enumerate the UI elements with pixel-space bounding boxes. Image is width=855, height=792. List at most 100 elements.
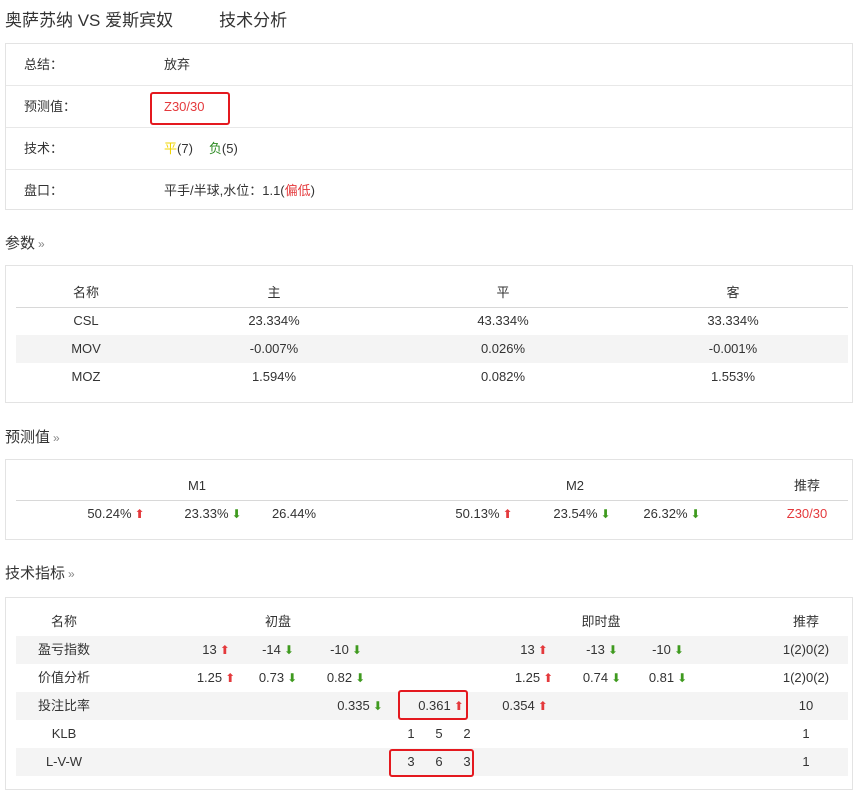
table-header-row: 名称 初盘 即时盘 推荐 (16, 608, 848, 637)
digit-cell: 1 (407, 726, 415, 741)
highlight-box (398, 690, 468, 720)
row-name: 价值分析 (37, 670, 90, 685)
page-subtitle: 技术分析 (219, 11, 288, 30)
value-text: 1.25 (514, 670, 541, 685)
match-title: 奥萨苏纳 VS 爱斯宾奴 (5, 11, 174, 30)
section-title-params: 参数» (5, 232, 45, 253)
recommend-value: 10 (798, 698, 814, 713)
table-cell: -0.001% (708, 341, 758, 356)
highlight-box (389, 749, 474, 777)
value-cell: 50.13% ⬆ (434, 500, 534, 528)
value-text: 23.54% (553, 506, 598, 521)
arrow-down-icon: ⬇ (690, 507, 701, 521)
tech-label: 技术： (24, 141, 64, 156)
tech-loss-count: (5) (221, 141, 238, 156)
table-cell: MOV (71, 341, 101, 356)
value-text: 0.354 (502, 698, 535, 713)
arrow-down-icon: ⬇ (231, 507, 242, 521)
table-cell: 0.026% (480, 341, 526, 356)
value-text: 26.44% (271, 506, 317, 521)
value-text: 50.13% (455, 506, 500, 521)
chevron-right-icon: » (53, 431, 60, 445)
value-cell: 50.24% ⬆ (66, 500, 166, 528)
summary-row-prediction: 预测值： Z30/30 (6, 86, 852, 128)
value-cell: 0.354 ⬆ (475, 692, 575, 720)
arrow-down-icon: ⬇ (372, 699, 383, 713)
recommend-value: 1(2)0(2) (782, 642, 830, 657)
value-cell: 26.32% ⬇ (622, 500, 722, 528)
chevron-right-icon: » (68, 567, 75, 581)
page-header: 奥萨苏纳 VS 爱斯宾奴 技术分析 (5, 6, 287, 32)
chevron-right-icon: » (38, 237, 45, 251)
summary-panel: 总结： 放弃 预测值： Z30/30 技术： 平(7) 负(5) 盘口： 平手/半… (5, 43, 853, 210)
value-text: -13 (586, 642, 605, 657)
summary-row-tech: 技术： 平(7) 负(5) (6, 128, 852, 170)
table-header-row: 名称 主 平 客 (16, 279, 848, 308)
tech-draw-count: (7) (177, 141, 193, 156)
value-text: 0.73 (258, 670, 285, 685)
conclusion-label: 总结： (24, 57, 64, 72)
handicap-close: ) (310, 183, 315, 198)
column-header-initial: 初盘 (264, 614, 291, 629)
value-cell: 0.81 ⬇ (618, 664, 718, 692)
row-name: 盈亏指数 (37, 642, 90, 657)
column-header: 主 (267, 285, 281, 300)
tech-draw: 平 (164, 141, 178, 156)
highlight-box (150, 92, 230, 125)
handicap-label: 盘口： (24, 183, 64, 198)
column-header: 名称 (72, 285, 99, 300)
recommend-value: 1 (802, 754, 810, 769)
table-row: MOV -0.007% 0.026% -0.001% (16, 335, 848, 363)
value-text: -10 (652, 642, 671, 657)
summary-row-handicap: 盘口： 平手/半球,水位：1.1(偏低) (6, 170, 852, 211)
row-name: 投注比率 (37, 698, 90, 713)
value-text: 26.32% (643, 506, 688, 521)
prediction-label: 预测值： (24, 99, 77, 114)
params-panel: 名称 主 平 客 CSL 23.334% 43.334% 33.334% MOV -0.007% 0… (5, 265, 853, 403)
column-header: 平 (496, 285, 510, 300)
table-row: KLB 1 5 2 1 (16, 720, 848, 748)
value-text: -14 (262, 642, 281, 657)
tech-loss: 负 (208, 141, 222, 156)
prediction-panel: M1 M2 推荐 50.24% ⬆ 23.33% ⬇ 26.44% 50.13% ⬆ 23.54% ⬇… (5, 459, 853, 540)
value-text: 13 (202, 642, 217, 657)
recommend-value: 1 (802, 726, 810, 741)
arrow-up-icon: ⬆ (134, 507, 145, 521)
arrow-down-icon: ⬇ (351, 643, 362, 657)
digit-cell: 5 (435, 726, 443, 741)
section-title-prediction: 预测值» (5, 426, 60, 447)
table-cell: 23.334% (248, 313, 300, 328)
table-row: 价值分析 1.25 ⬆ 0.73 ⬇ 0.82 ⬇ 1.25 ⬆ 0.74 ⬇ 0.81 ⬇ 1(2)0(… (16, 664, 848, 692)
table-cell: -0.007% (249, 341, 299, 356)
params-title: 参数 (5, 235, 36, 252)
arrow-down-icon: ⬇ (600, 507, 611, 521)
table-row: CSL 23.334% 43.334% 33.334% (16, 307, 848, 335)
recommend-value: 1(2)0(2) (782, 670, 830, 685)
value-text: 13 (520, 642, 535, 657)
table-row: 盈亏指数 13 ⬆ -14 ⬇ -10 ⬇ 13 ⬆ -13 ⬇ -10 ⬇ 1(2)0(2) (16, 636, 848, 664)
value-text: 50.24% (87, 506, 132, 521)
column-header-name: 名称 (50, 614, 77, 629)
table-header-row: M1 M2 推荐 (16, 472, 848, 501)
value-text: 23.33% (184, 506, 229, 521)
row-name: L-V-W (45, 754, 83, 769)
summary-row-conclusion: 总结： 放弃 (6, 44, 852, 86)
params-table: 名称 主 平 客 CSL 23.334% 43.334% 33.334% MOV -0.007% 0… (16, 279, 848, 389)
column-header-m1: M1 (187, 478, 207, 493)
recommend-value: Z30/30 (786, 506, 828, 521)
handicap-value: 平手/半球,水位：1.1(偏低) (164, 170, 315, 211)
table-cell: 43.334% (477, 313, 529, 328)
arrow-up-icon: ⬆ (537, 699, 548, 713)
value-text: 0.74 (582, 670, 609, 685)
column-header-recommend: 推荐 (792, 614, 819, 629)
value-text: -10 (330, 642, 349, 657)
column-header: 客 (726, 285, 740, 300)
table-cell: 0.082% (480, 369, 526, 384)
arrow-down-icon: ⬇ (677, 671, 688, 685)
value-cell: -10 ⬇ (296, 636, 396, 664)
table-row: 50.24% ⬆ 23.33% ⬇ 26.44% 50.13% ⬆ 23.54% ⬇ 26.32%… (16, 500, 848, 528)
value-cell: 26.44% (244, 500, 344, 528)
handicap-note: 偏低 (284, 183, 311, 198)
column-header-live: 即时盘 (581, 614, 621, 629)
table-cell: 1.594% (251, 369, 297, 384)
